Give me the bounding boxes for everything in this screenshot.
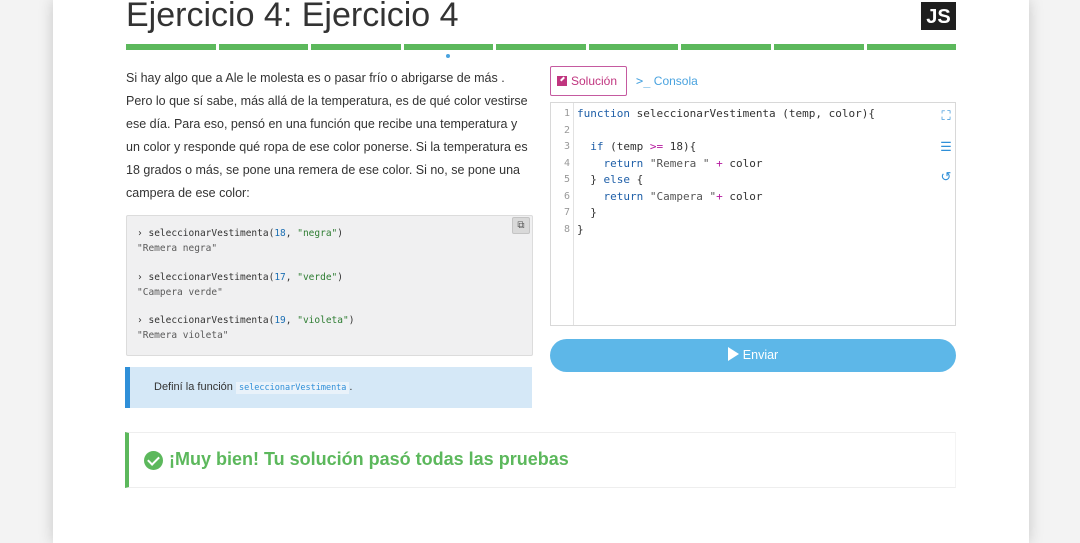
current-exercise-indicator [446, 54, 450, 58]
example-item: › seleccionarVestimenta(19, "violeta") "… [137, 315, 355, 341]
progress-segment[interactable] [218, 44, 309, 50]
progress-segment[interactable] [681, 44, 771, 50]
example-result: "Campera verde" [137, 287, 223, 298]
hint-box: Definí la función seleccionarVestimenta. [125, 367, 532, 408]
code-line: } [577, 223, 584, 236]
result-banner: ¡Muy bien! Tu solución pasó todas las pr… [125, 432, 956, 488]
example-item: › seleccionarVestimenta(18, "negra") "Re… [137, 228, 343, 254]
progress-segment[interactable] [311, 44, 401, 50]
progress-segment[interactable] [403, 44, 494, 50]
progress-segment[interactable] [126, 44, 216, 50]
tab-console[interactable]: >_ Consola [636, 66, 698, 96]
line-gutter: 1 2 3 4 5 6 7 8 [551, 103, 574, 325]
copy-icon[interactable]: ⧉ [512, 217, 530, 234]
hint-function-name: seleccionarVestimenta [235, 382, 350, 394]
code-line: } [577, 206, 597, 219]
edit-icon [557, 76, 567, 86]
result-message: ¡Muy bien! Tu solución pasó todas las pr… [169, 449, 569, 469]
check-circle-icon [144, 451, 163, 470]
progress-bar [126, 44, 957, 50]
examples-code-block: ⧉ › seleccionarVestimenta(18, "negra") "… [126, 215, 533, 356]
progress-segment[interactable] [773, 44, 864, 50]
submit-button[interactable]: Enviar [550, 339, 956, 372]
exercise-description: Si hay algo que a Ale le molesta es o pa… [126, 71, 528, 200]
code-line: return "Campera "+ color [603, 190, 763, 203]
example-result: "Remera violeta" [137, 330, 229, 341]
progress-segment[interactable] [588, 44, 679, 50]
play-icon [727, 347, 739, 361]
example-result: "Remera negra" [137, 243, 218, 254]
code-line: return "Remera " + color [603, 157, 763, 170]
progress-segment[interactable] [496, 44, 586, 50]
progress-segment[interactable] [866, 44, 957, 50]
page-title: Ejercicio 4: Ejercicio 4 [126, 0, 459, 34]
code-line: function seleccionarVestimenta (temp, co… [577, 107, 876, 120]
language-badge: JS [921, 2, 956, 30]
example-item: › seleccionarVestimenta(17, "verde") "Ca… [137, 272, 343, 298]
fullscreen-icon[interactable]: ⛶ [939, 109, 953, 123]
code-editor[interactable]: 1 2 3 4 5 6 7 8 function seleccionarVest… [550, 102, 956, 326]
terminal-icon: >_ [636, 74, 651, 88]
tab-solution[interactable]: Solución [550, 66, 627, 96]
code-line: } else { [577, 173, 644, 186]
reset-icon[interactable]: ↺ [939, 170, 953, 184]
hint-text: Definí la función [154, 381, 233, 393]
code-line: if (temp >= 18){ [590, 140, 697, 153]
indent-icon[interactable]: ☰ [939, 140, 953, 154]
